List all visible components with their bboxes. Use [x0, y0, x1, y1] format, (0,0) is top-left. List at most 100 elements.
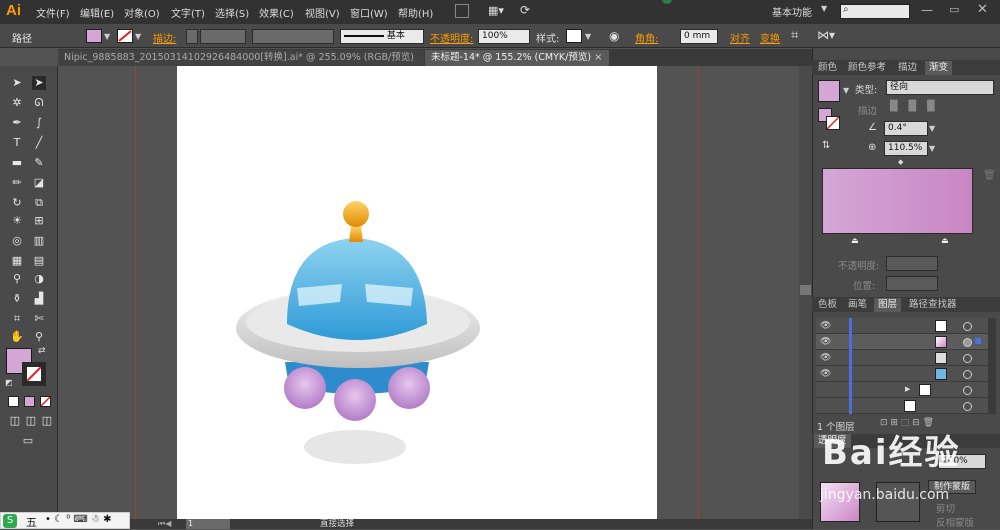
chevron-down-icon[interactable]: ▼	[821, 4, 827, 13]
chevron-down-icon[interactable]: ▼	[843, 86, 849, 95]
target-icon[interactable]	[963, 370, 972, 379]
graph-tool-icon[interactable]: ▟	[32, 292, 46, 306]
close-icon[interactable]: ×	[594, 52, 602, 63]
selection-tool-icon[interactable]: ➤	[10, 76, 24, 90]
minimize-icon[interactable]: —	[921, 3, 933, 17]
chevron-down-icon[interactable]: ▼	[104, 32, 110, 41]
menu-edit[interactable]: 编辑(E)	[80, 5, 114, 20]
target-icon[interactable]	[963, 386, 972, 395]
variable-width-field[interactable]	[252, 29, 334, 44]
stroke-stepper[interactable]	[186, 29, 198, 44]
close-icon[interactable]: ✕	[977, 2, 988, 17]
warp-tool-icon[interactable]: ☀	[10, 214, 24, 228]
bridge-icon[interactable]	[455, 4, 469, 18]
eyedropper-tool-icon[interactable]: ⚲	[10, 272, 24, 286]
menu-effect[interactable]: 效果(C)	[259, 5, 294, 20]
stop-location-field[interactable]	[886, 276, 938, 291]
fill-swatch[interactable]	[86, 29, 102, 43]
tab-document-1[interactable]: Nipic_9885883_20150314102926484000[转换].a…	[58, 50, 424, 78]
menu-view[interactable]: 视图(V)	[305, 5, 340, 20]
target-icon[interactable]	[963, 322, 972, 331]
transform-link[interactable]: 变换	[760, 30, 780, 45]
ime-icons[interactable]: • ☾ ⁰ ⌨ ☃ ✱	[45, 514, 112, 525]
stroke-gradient-options-icon[interactable]: ▐▌ ▐▌ ▐▌	[886, 101, 939, 112]
tab-stroke[interactable]: 描边	[894, 61, 921, 75]
delete-stop-icon[interactable]: 🗑	[983, 170, 996, 181]
magic-wand-tool-icon[interactable]: ✲	[10, 96, 24, 110]
isolate-icon[interactable]: ⌗	[791, 28, 798, 43]
gradient-slider-bar[interactable]	[822, 168, 973, 234]
stroke-weight-field[interactable]	[200, 29, 246, 44]
tab-color-guide[interactable]: 颜色参考	[844, 61, 890, 75]
hand-tool-icon[interactable]: ✋	[10, 330, 24, 344]
opacity-field[interactable]: 100%	[478, 29, 530, 44]
menu-help[interactable]: 帮助(H)	[398, 5, 433, 20]
expand-arrow-icon[interactable]: ▶	[905, 385, 910, 393]
symbol-sprayer-tool-icon[interactable]: ⚱	[10, 292, 24, 306]
pencil-tool-icon[interactable]: ✏	[10, 176, 24, 190]
search-input[interactable]	[840, 4, 910, 19]
tab-pathfinder[interactable]: 路径查找器	[905, 298, 961, 312]
gradient-type-select[interactable]: 径向	[886, 80, 994, 95]
clip-checkbox-label[interactable]: 剪切	[936, 501, 955, 515]
corner-label[interactable]: 角角:	[635, 30, 658, 45]
scale-tool-icon[interactable]: ⧉	[32, 196, 46, 210]
stop-opacity-field[interactable]	[886, 256, 938, 271]
gradient-mode-icon[interactable]	[24, 396, 35, 407]
target-icon[interactable]	[963, 338, 972, 347]
tab-brushes[interactable]: 画笔	[844, 298, 871, 312]
align-link[interactable]: 对齐	[730, 30, 750, 45]
ime-logo-icon[interactable]: S	[3, 514, 17, 528]
artboard-tool-icon[interactable]: ⌗	[10, 312, 24, 326]
opacity-label[interactable]: 不透明度:	[430, 30, 473, 45]
selection-indicator[interactable]	[975, 338, 981, 344]
color-mode-icon[interactable]	[8, 396, 19, 407]
slice-tool-icon[interactable]: ✄	[32, 312, 46, 326]
maximize-icon[interactable]: ▭	[949, 3, 959, 16]
corner-radius-field[interactable]: 0 mm	[680, 29, 718, 44]
ime-mode-label[interactable]: 五	[26, 514, 37, 530]
eraser-tool-icon[interactable]: ◪	[32, 176, 46, 190]
workspace-switcher[interactable]: 基本功能	[772, 4, 812, 19]
tab-gradient[interactable]: 渐变	[925, 61, 953, 75]
stroke-color-swatch[interactable]	[22, 362, 46, 386]
eye-icon[interactable]: 👁	[820, 353, 831, 363]
none-mode-icon[interactable]	[40, 396, 51, 407]
paintbrush-tool-icon[interactable]: ✎	[32, 156, 46, 170]
lasso-tool-icon[interactable]: ᘏ	[32, 96, 46, 110]
first-artboard-icon[interactable]: ⏮◀	[158, 519, 171, 529]
stroke-swatch[interactable]	[117, 29, 133, 43]
menu-window[interactable]: 窗口(W)	[350, 5, 388, 20]
eye-icon[interactable]: 👁	[820, 369, 831, 379]
midpoint-diamond-icon[interactable]: ◆	[898, 158, 903, 166]
gradient-preview-swatch[interactable]	[818, 80, 840, 102]
graphic-style-swatch[interactable]	[566, 29, 582, 43]
tab-color[interactable]: 颜色	[814, 61, 841, 75]
gradient-stop-left[interactable]: ⏏	[851, 236, 859, 245]
aspect-ratio-field[interactable]: 110.5%	[884, 141, 928, 156]
brush-definition-field[interactable]: 基本	[340, 29, 424, 44]
layers-scrollbar[interactable]	[988, 318, 996, 414]
draw-behind-icon[interactable]: ◫	[24, 414, 38, 428]
draw-inside-icon[interactable]: ◫	[40, 414, 54, 428]
tab-document-2[interactable]: 未标题-14* @ 155.2% (CMYK/预览) ×	[425, 50, 609, 66]
eye-icon[interactable]: 👁	[820, 321, 831, 331]
line-tool-icon[interactable]: ╱	[32, 136, 46, 150]
panel-menu-icon[interactable]: ⋈▾	[817, 28, 835, 42]
menu-object[interactable]: 对象(O)	[124, 5, 160, 20]
recolor-icon[interactable]: ◉	[609, 29, 619, 43]
gradient-angle-field[interactable]: 0.4°	[884, 121, 928, 136]
gpu-performance-icon[interactable]: ⟳	[520, 3, 530, 17]
reverse-gradient-icon[interactable]: ⇅	[822, 140, 830, 151]
tab-layers[interactable]: 图层	[874, 298, 902, 312]
tab-swatches[interactable]: 色板	[814, 298, 841, 312]
rectangle-tool-icon[interactable]: ▬	[10, 156, 24, 170]
artboard-number-field[interactable]: 1	[186, 519, 230, 529]
draw-normal-icon[interactable]: ◫	[8, 414, 22, 428]
shape-builder-tool-icon[interactable]: ◎	[10, 234, 24, 248]
type-tool-icon[interactable]: T	[10, 136, 24, 150]
blend-tool-icon[interactable]: ◑	[32, 272, 46, 286]
curvature-tool-icon[interactable]: ∫	[32, 116, 46, 130]
stroke-mini-swatch[interactable]	[826, 116, 840, 130]
arrange-documents-icon[interactable]: ▦▾	[488, 4, 504, 17]
